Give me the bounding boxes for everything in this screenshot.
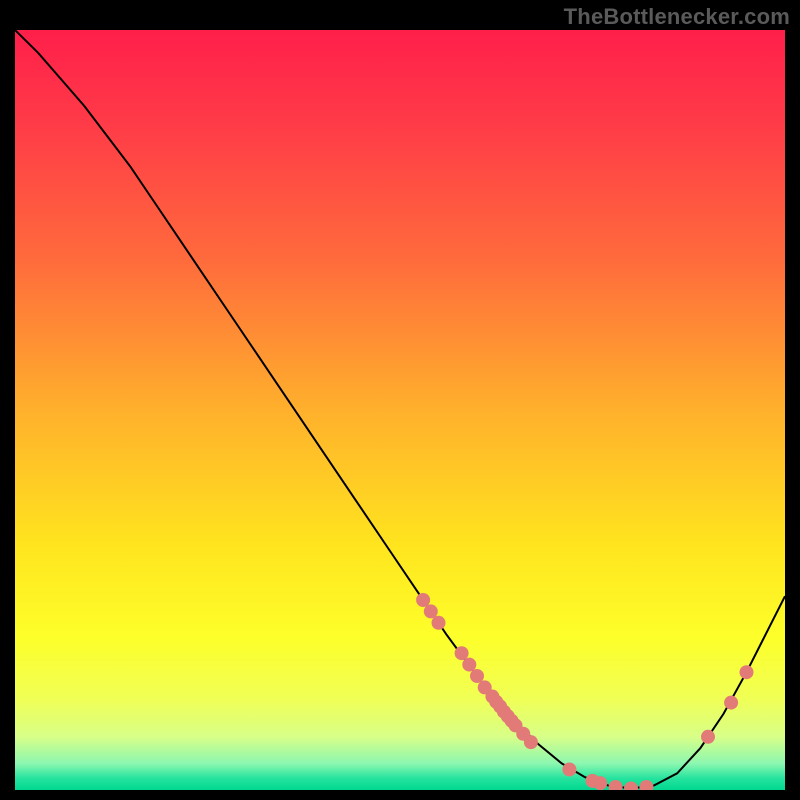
data-marker	[724, 696, 738, 710]
chart-svg	[15, 30, 785, 790]
data-marker	[455, 646, 469, 660]
data-marker	[701, 730, 715, 744]
data-marker	[416, 593, 430, 607]
data-marker	[524, 735, 538, 749]
data-marker	[462, 658, 476, 672]
chart-container: TheBottlenecker.com	[0, 0, 800, 800]
data-marker	[470, 669, 484, 683]
data-marker	[432, 616, 446, 630]
gradient-background	[15, 30, 785, 790]
data-marker	[562, 762, 576, 776]
data-marker	[424, 604, 438, 618]
watermark-text: TheBottlenecker.com	[564, 4, 790, 30]
data-marker	[593, 776, 607, 790]
plot-frame	[15, 30, 785, 790]
data-marker	[740, 665, 754, 679]
